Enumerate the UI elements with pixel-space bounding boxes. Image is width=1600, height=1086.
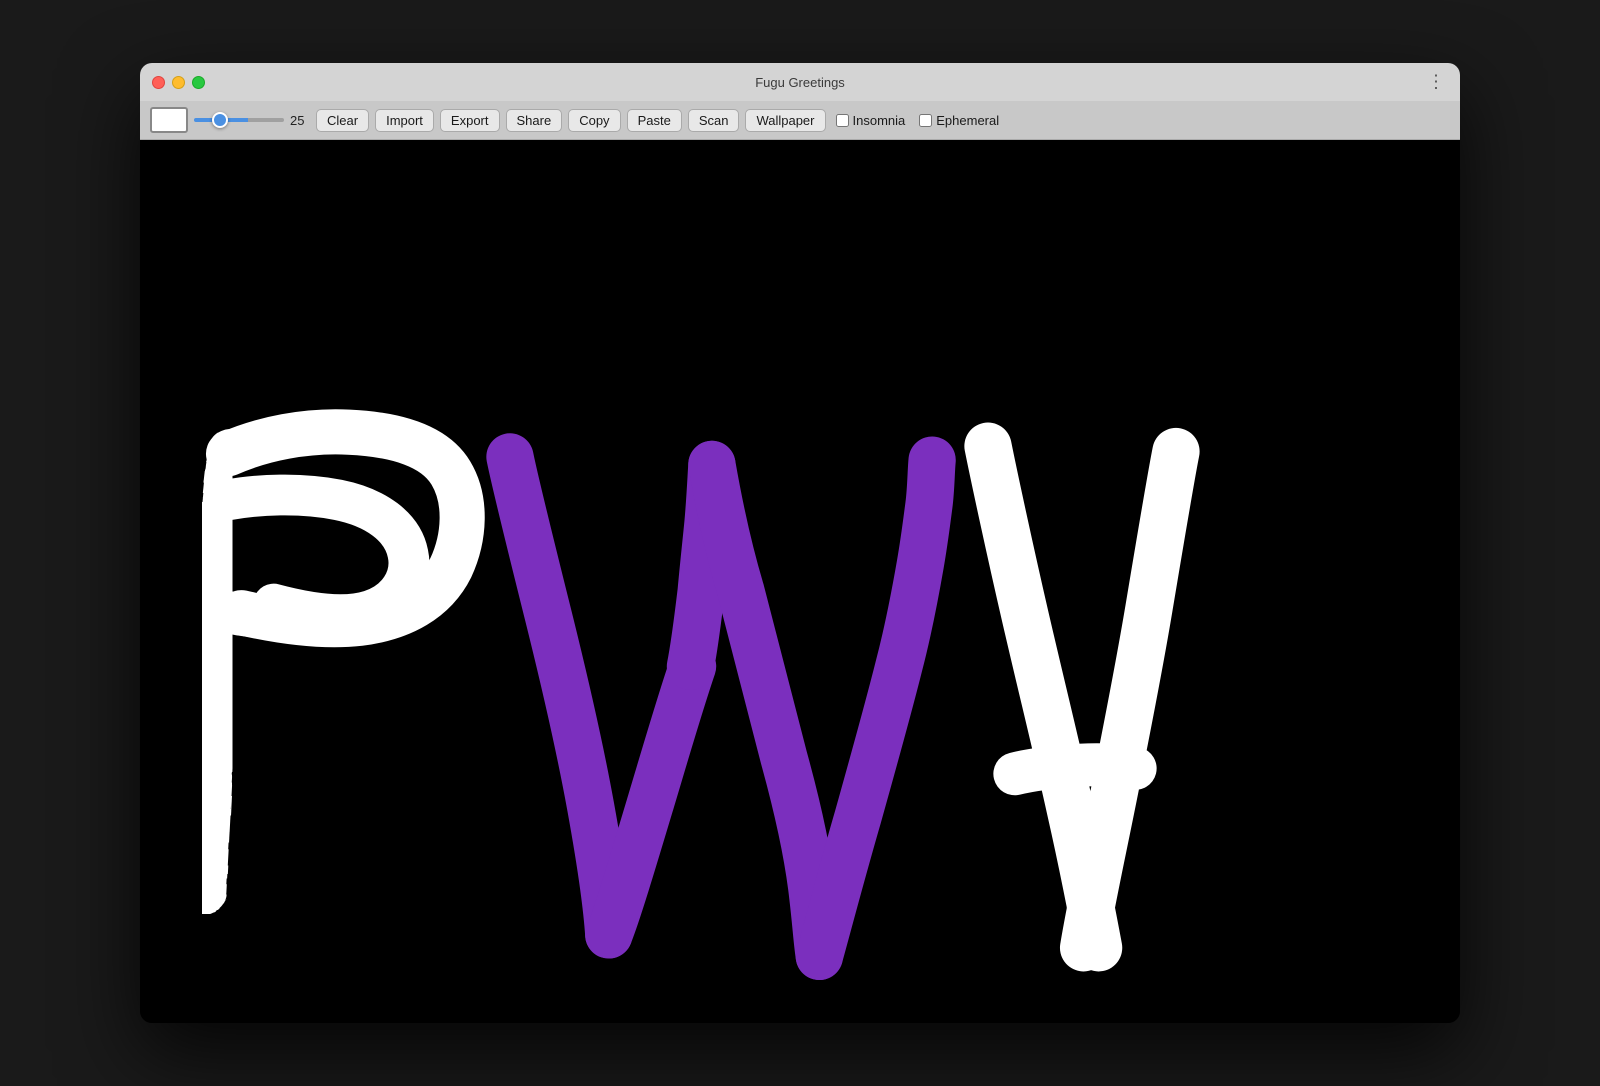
ephemeral-checkbox[interactable] — [919, 114, 932, 127]
ephemeral-checkbox-label[interactable]: Ephemeral — [919, 113, 999, 128]
checkbox-group: Insomnia Ephemeral — [836, 113, 1000, 128]
window-title: Fugu Greetings — [755, 75, 845, 90]
scan-button[interactable]: Scan — [688, 109, 740, 132]
app-window: Fugu Greetings ⋮ 25 Clear Import Export … — [140, 63, 1460, 1023]
fullscreen-button[interactable] — [192, 76, 205, 89]
brush-size-value: 25 — [290, 113, 310, 128]
insomnia-checkbox[interactable] — [836, 114, 849, 127]
paste-button[interactable]: Paste — [627, 109, 682, 132]
minimize-button[interactable] — [172, 76, 185, 89]
menu-dots-icon[interactable]: ⋮ — [1427, 72, 1446, 93]
insomnia-checkbox-label[interactable]: Insomnia — [836, 113, 906, 128]
titlebar: Fugu Greetings ⋮ — [140, 63, 1460, 101]
insomnia-label: Insomnia — [853, 113, 906, 128]
import-button[interactable]: Import — [375, 109, 434, 132]
toolbar: 25 Clear Import Export Share Copy Paste … — [140, 101, 1460, 140]
traffic-lights — [152, 76, 205, 89]
canvas-area[interactable] — [140, 140, 1460, 1023]
clear-button[interactable]: Clear — [316, 109, 369, 132]
copy-button[interactable]: Copy — [568, 109, 620, 132]
color-swatch[interactable] — [150, 107, 188, 133]
share-button[interactable]: Share — [506, 109, 563, 132]
drawing-canvas[interactable] — [140, 140, 1460, 1023]
close-button[interactable] — [152, 76, 165, 89]
brush-size-control: 25 — [194, 113, 310, 128]
ephemeral-label: Ephemeral — [936, 113, 999, 128]
wallpaper-button[interactable]: Wallpaper — [745, 109, 825, 132]
export-button[interactable]: Export — [440, 109, 500, 132]
brush-size-slider[interactable] — [194, 118, 284, 122]
